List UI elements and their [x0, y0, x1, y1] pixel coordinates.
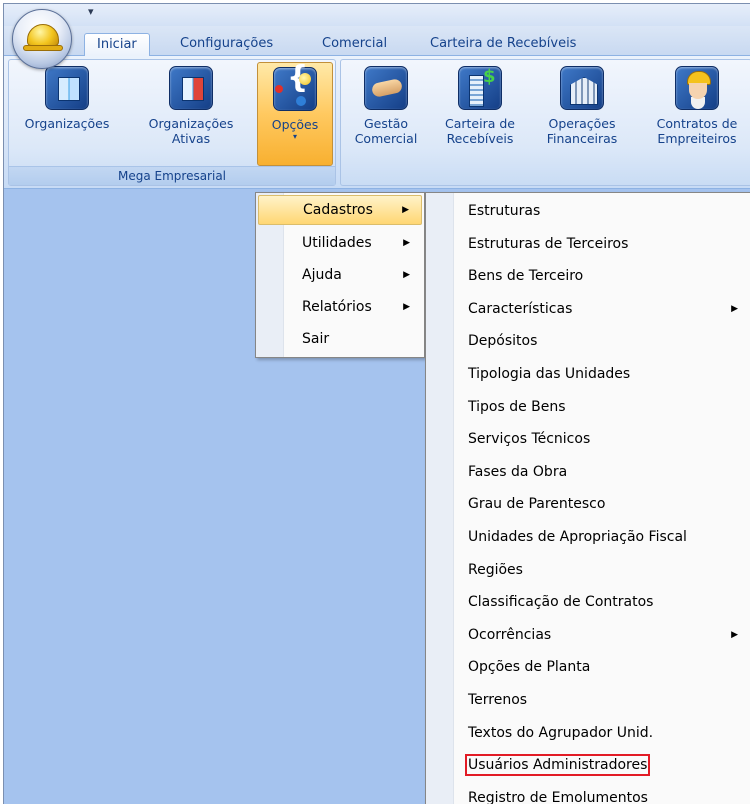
submenu-arrow-icon: ▶	[403, 238, 410, 248]
menu-item-label: Ajuda	[302, 267, 342, 283]
menu-item-label: Grau de Parentesco	[468, 496, 606, 513]
menu-item-label: Textos do Agrupador Unid.	[468, 724, 654, 741]
menu-item-label: Unidades de Apropriação Fiscal	[468, 529, 687, 545]
quick-access-toolbar: ▾	[4, 4, 750, 26]
menu-item-utilidades[interactable]: Utilidades ▶	[258, 228, 422, 258]
construction-worker-icon	[675, 66, 719, 110]
organizacoes-button[interactable]: Organizações	[11, 62, 123, 166]
menu-item-label: Estruturas de Terceiros	[468, 235, 629, 252]
gestao-comercial-label-1: Gestão	[363, 116, 409, 131]
menu-item-estruturas[interactable]: Estruturas	[428, 195, 748, 228]
menu-item-label: Estruturas	[468, 203, 541, 219]
gestao-comercial-button[interactable]: Gestão Comercial	[347, 62, 425, 166]
menu-item-terrenos[interactable]: Terrenos	[428, 684, 748, 717]
submenu-arrow-icon: ▶	[731, 303, 738, 314]
menu-item-label: Registro de Emolumentos	[468, 789, 648, 804]
ribbon-group-comercial: Gestão Comercial Carteira de Recebíveis …	[340, 59, 750, 186]
opcoes-button[interactable]: Opções ▾	[257, 62, 333, 166]
group-label-mega-empresarial: Mega Empresarial	[9, 166, 335, 185]
operacoes-label-1: Operações	[548, 116, 616, 131]
carteira-de-recebiveis-button[interactable]: Carteira de Recebíveis	[437, 62, 523, 166]
menu-item-opcoes-de-planta[interactable]: Opções de Planta	[428, 651, 748, 684]
menu-item-estruturas-de-terceiros[interactable]: Estruturas de Terceiros	[428, 228, 748, 261]
organizacoes-ativas-label-1: Organizações	[148, 116, 234, 131]
menu-item-cadastros[interactable]: Cadastros ▶	[258, 195, 422, 225]
options-dropdown-menu: Cadastros ▶ Utilidades ▶ Ajuda ▶ Relatór…	[255, 192, 425, 358]
ribbon-group-mega-empresarial: Organizações Organizações Ativas Opções …	[8, 59, 336, 186]
contratos-de-empreiteiros-button[interactable]: Contratos de Empreiteiros	[641, 62, 750, 166]
menu-item-label: Ocorrências	[468, 626, 552, 643]
menu-item-textos-do-agrupador-unid[interactable]: Textos do Agrupador Unid.	[428, 717, 748, 750]
menu-item-sair[interactable]: Sair	[258, 324, 422, 354]
contratos-label-1: Contratos de	[656, 116, 738, 131]
ribbon-panel: Organizações Organizações Ativas Opções …	[4, 56, 750, 189]
menu-item-fases-da-obra[interactable]: Fases da Obra	[428, 456, 748, 489]
organizacoes-ativas-label-2: Ativas	[171, 131, 211, 146]
tab-carteira-de-recebiveis[interactable]: Carteira de Recebíveis	[418, 33, 588, 56]
menu-item-regioes[interactable]: Regiões	[428, 554, 748, 587]
application-window: ▾ Iniciar Configurações Comercial Cartei…	[3, 3, 750, 804]
menu-item-label: Serviços Técnicos	[468, 431, 591, 448]
application-orb-button[interactable]	[12, 9, 72, 69]
menu-item-label: Terrenos	[468, 692, 528, 708]
organizations-cube-icon	[45, 66, 89, 110]
organizacoes-ativas-button[interactable]: Organizações Ativas	[135, 62, 247, 166]
menu-item-ajuda[interactable]: Ajuda ▶	[258, 260, 422, 290]
menu-item-label: Classificação de Contratos	[468, 594, 654, 611]
menu-item-tipos-de-bens[interactable]: Tipos de Bens	[428, 391, 748, 424]
menu-item-relatorios[interactable]: Relatórios ▶	[258, 292, 422, 322]
menu-item-ocorrencias[interactable]: Ocorrências ▶	[428, 619, 748, 652]
menu-item-label: Regiões	[468, 561, 523, 578]
hard-hat-icon	[27, 24, 59, 46]
cadastros-submenu: Estruturas Estruturas de Terceiros Bens …	[425, 192, 750, 804]
menu-item-servicos-tecnicos[interactable]: Serviços Técnicos	[428, 423, 748, 456]
menu-item-label: Utilidades	[302, 235, 372, 251]
bank-icon	[560, 66, 604, 110]
options-icon	[273, 67, 317, 111]
tab-configuracoes[interactable]: Configurações	[168, 33, 285, 56]
tab-comercial[interactable]: Comercial	[310, 33, 399, 56]
menu-item-label: Tipologia das Unidades	[468, 366, 631, 382]
chevron-down-icon: ▾	[292, 132, 297, 141]
menu-item-label: Depósitos	[468, 333, 538, 350]
customize-toolbar-arrow-icon[interactable]: ▾	[88, 5, 94, 18]
operacoes-label-2: Financeiras	[546, 131, 618, 146]
ribbon-tab-strip: Iniciar Configurações Comercial Carteira…	[4, 26, 750, 57]
menu-item-caracteristicas[interactable]: Características ▶	[428, 293, 748, 326]
menu-item-usuarios-administradores[interactable]: Usuários Administradores	[428, 749, 748, 782]
menu-item-label: Fases da Obra	[468, 463, 568, 480]
contratos-label-2: Empreiteiros	[657, 131, 737, 146]
gestao-comercial-label-2: Comercial	[354, 131, 418, 146]
menu-item-label: Sair	[302, 331, 330, 347]
tab-iniciar[interactable]: Iniciar	[84, 33, 150, 57]
menu-item-label: Opções de Planta	[468, 659, 591, 676]
menu-item-label: Características	[468, 300, 573, 317]
menu-item-grau-de-parentesco[interactable]: Grau de Parentesco	[428, 488, 748, 521]
menu-item-depositos[interactable]: Depósitos	[428, 325, 748, 358]
menu-item-label: Bens de Terceiro	[468, 268, 584, 285]
menu-item-tipologia-das-unidades[interactable]: Tipologia das Unidades	[428, 358, 748, 391]
menu-item-label: Relatórios	[302, 299, 372, 315]
highlight-box-usuarios-administradores: Usuários Administradores	[464, 754, 651, 777]
building-dollar-icon	[458, 66, 502, 110]
menu-item-classificacao-de-contratos[interactable]: Classificação de Contratos	[428, 586, 748, 619]
submenu-arrow-icon: ▶	[403, 302, 410, 312]
organizacoes-label: Organizações	[24, 116, 110, 131]
submenu-arrow-icon: ▶	[731, 629, 738, 640]
carteira-label-1: Carteira de	[445, 116, 515, 131]
hard-hat-brim	[23, 45, 63, 51]
carteira-label-2: Recebíveis	[446, 131, 514, 146]
menu-item-bens-de-terceiro[interactable]: Bens de Terceiro	[428, 260, 748, 293]
menu-item-label: Cadastros	[303, 202, 373, 218]
submenu-arrow-icon: ▶	[402, 205, 409, 215]
handshake-icon	[364, 66, 408, 110]
operacoes-financeiras-button[interactable]: Operações Financeiras	[537, 62, 627, 166]
menu-item-label: Tipos de Bens	[468, 398, 566, 415]
menu-item-registro-de-emolumentos[interactable]: Registro de Emolumentos	[428, 782, 748, 804]
menu-item-unidades-de-apropriacao-fiscal[interactable]: Unidades de Apropriação Fiscal	[428, 521, 748, 554]
active-organizations-cube-icon	[169, 66, 213, 110]
submenu-arrow-icon: ▶	[403, 270, 410, 280]
opcoes-label: Opções	[271, 117, 319, 132]
